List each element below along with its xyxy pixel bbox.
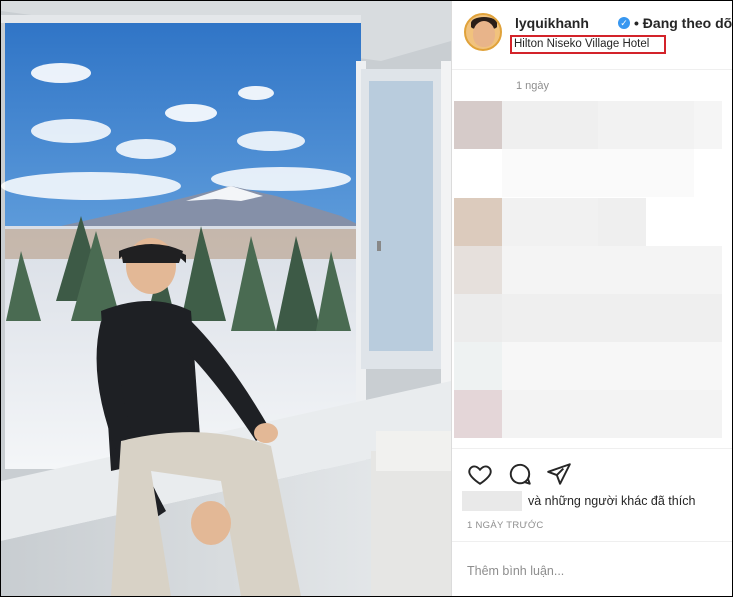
liker-avatar-placeholder: [462, 491, 522, 511]
share-icon[interactable]: [546, 461, 572, 487]
comment-input[interactable]: Thêm bình luận...: [467, 564, 564, 578]
blurred-comments-area: [454, 101, 722, 441]
location-link[interactable]: Hilton Niseko Village Hotel: [514, 38, 649, 50]
verified-badge-icon: ✓: [618, 17, 630, 29]
comment-icon[interactable]: [507, 461, 533, 487]
username-link[interactable]: lyquikhanh: [515, 15, 589, 31]
instagram-post-frame: lyquikhanh ✓ • Đang theo dõi Hilton Nise…: [0, 0, 733, 597]
photo-illustration: [1, 1, 451, 596]
heart-icon[interactable]: [467, 461, 493, 487]
post-header: lyquikhanh ✓ • Đang theo dõi Hilton Nise…: [452, 1, 732, 70]
add-comment-area: Thêm bình luận...: [452, 541, 732, 596]
post-actions: [452, 448, 732, 485]
post-photo[interactable]: [1, 1, 451, 596]
avatar[interactable]: [464, 13, 502, 51]
likes-summary[interactable]: và những người khác đã thích: [528, 494, 695, 508]
time-ago-label: 1 ngày: [516, 80, 550, 92]
follow-status-button[interactable]: • Đang theo dõi: [634, 15, 732, 31]
post-side-panel: lyquikhanh ✓ • Đang theo dõi Hilton Nise…: [451, 1, 732, 596]
post-date: 1 NGÀY TRƯỚC: [467, 520, 544, 531]
